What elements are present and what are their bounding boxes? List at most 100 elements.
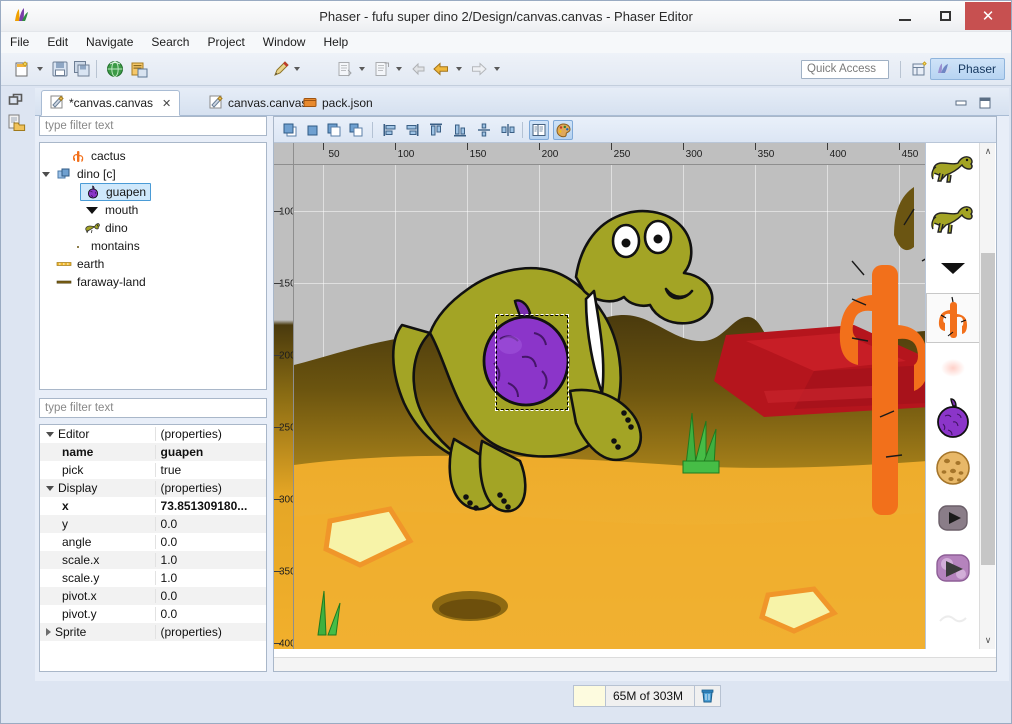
save-all-icon[interactable] xyxy=(71,57,93,81)
project-explorer-icon[interactable] xyxy=(8,114,26,132)
palette-item-legs[interactable] xyxy=(926,643,980,649)
align-bottom-button[interactable] xyxy=(450,120,470,140)
canvas-horizontal-scrollbar[interactable] xyxy=(274,657,996,671)
tab-close-icon[interactable]: ✕ xyxy=(162,97,171,110)
open-resource-icon[interactable] xyxy=(127,57,151,81)
new-java-class-icon[interactable] xyxy=(334,57,356,81)
back-icon[interactable] xyxy=(429,57,453,81)
property-value[interactable]: 0.0 xyxy=(154,517,266,531)
menu-file[interactable]: File xyxy=(1,32,38,53)
palette-item-guapen[interactable] xyxy=(926,393,980,443)
tree-item-mouth[interactable]: mouth xyxy=(40,201,266,219)
palette-item-glow[interactable] xyxy=(926,343,980,393)
property-value[interactable]: 1.0 xyxy=(154,571,266,585)
align-left-button[interactable] xyxy=(380,120,400,140)
property-value[interactable]: 0.0 xyxy=(154,535,266,549)
property-value[interactable]: guapen xyxy=(154,445,266,459)
forward-icon[interactable] xyxy=(467,57,491,81)
property-value[interactable]: (properties) xyxy=(154,427,267,441)
palette-item-dino-idle[interactable] xyxy=(926,193,980,243)
tree-item-earth[interactable]: earth xyxy=(40,255,266,273)
tree-expand-icon[interactable] xyxy=(42,171,50,177)
property-row[interactable]: Editor (properties) xyxy=(40,425,266,443)
property-row[interactable]: y 0.0 xyxy=(40,515,266,533)
window-minimize-button[interactable] xyxy=(885,2,925,30)
collapse-icon[interactable] xyxy=(46,431,54,437)
palette-item-button-purple[interactable] xyxy=(926,543,980,593)
property-row[interactable]: pivot.y 0.0 xyxy=(40,605,266,623)
bring-forward-button[interactable] xyxy=(302,120,322,140)
open-perspective-icon[interactable] xyxy=(909,59,931,80)
palette-item-cactus[interactable] xyxy=(926,293,980,343)
send-backward-button[interactable] xyxy=(324,120,344,140)
palette-item-faint[interactable] xyxy=(926,593,980,643)
align-top-button[interactable] xyxy=(426,120,446,140)
scene-canvas[interactable] xyxy=(294,165,976,649)
save-icon[interactable] xyxy=(49,57,71,81)
run-icon[interactable] xyxy=(269,57,293,81)
collapse-icon[interactable] xyxy=(46,485,54,491)
property-row[interactable]: angle 0.0 xyxy=(40,533,266,551)
new-wizard-dropdown-icon[interactable] xyxy=(34,57,46,81)
property-value[interactable]: 0.0 xyxy=(154,589,266,603)
forward-dropdown-icon[interactable] xyxy=(491,57,503,81)
window-maximize-button[interactable] xyxy=(925,2,965,30)
open-browser-icon[interactable] xyxy=(103,57,127,81)
tree-item-faraway-land[interactable]: faraway-land xyxy=(40,273,266,291)
restore-view-icon[interactable] xyxy=(8,92,26,110)
property-value[interactable]: true xyxy=(154,463,266,477)
tab-canvas-canvas-dirty[interactable]: *canvas.canvas ✕ xyxy=(41,90,181,116)
toggle-outline-button[interactable] xyxy=(529,120,549,140)
property-row[interactable]: scale.x 1.0 xyxy=(40,551,266,569)
align-right-button[interactable] xyxy=(402,120,422,140)
tree-item-dino[interactable]: dino xyxy=(40,219,266,237)
palette-item-dino-walk[interactable] xyxy=(926,143,980,193)
heap-status[interactable]: 65M of 303M xyxy=(573,685,721,707)
tree-item-cactus[interactable]: cactus xyxy=(40,147,266,165)
maximize-editor-button[interactable] xyxy=(977,96,993,110)
menu-search[interactable]: Search xyxy=(142,32,198,53)
property-row[interactable]: Sprite (properties) xyxy=(40,623,266,641)
new-wizard-icon[interactable] xyxy=(11,57,33,81)
back-history-icon[interactable] xyxy=(407,57,429,81)
property-value[interactable]: 0.0 xyxy=(154,607,266,621)
menu-edit[interactable]: Edit xyxy=(38,32,77,53)
menu-project[interactable]: Project xyxy=(198,32,253,53)
scroll-down-icon[interactable]: ∨ xyxy=(980,632,996,649)
new-java-package-dropdown-icon[interactable] xyxy=(393,57,405,81)
menu-help[interactable]: Help xyxy=(314,32,357,53)
property-value[interactable]: (properties) xyxy=(154,481,267,495)
property-row[interactable]: Display (properties) xyxy=(40,479,266,497)
outline-filter-input[interactable]: type filter text xyxy=(39,116,267,136)
property-value[interactable]: 73.851309180... xyxy=(154,499,266,513)
properties-filter-input[interactable]: type filter text xyxy=(39,398,267,418)
menu-window[interactable]: Window xyxy=(254,32,315,53)
tree-item-guapen[interactable]: guapen xyxy=(40,183,266,201)
property-value[interactable]: 1.0 xyxy=(154,553,266,567)
quick-access-input[interactable]: Quick Access xyxy=(801,60,889,79)
property-row[interactable]: name guapen xyxy=(40,443,266,461)
toggle-palette-button[interactable] xyxy=(553,120,573,140)
selection-rectangle[interactable] xyxy=(495,314,569,411)
palette-item-cookie[interactable] xyxy=(926,443,980,493)
expand-icon[interactable] xyxy=(46,628,51,636)
tree-item-montains[interactable]: montains xyxy=(40,237,266,255)
menu-navigate[interactable]: Navigate xyxy=(77,32,142,53)
perspective-phaser-button[interactable]: Phaser xyxy=(929,58,1005,80)
property-row[interactable]: pivot.x 0.0 xyxy=(40,587,266,605)
tree-item-dino-c-[interactable]: dino [c] xyxy=(40,165,266,183)
back-dropdown-icon[interactable] xyxy=(453,57,465,81)
scene-object-tree[interactable]: cactus dino [c] guapen mouth dino montains ear… xyxy=(39,142,267,390)
property-row[interactable]: x 73.851309180... xyxy=(40,497,266,515)
align-center-horizontal-button[interactable] xyxy=(474,120,494,140)
new-java-package-icon[interactable] xyxy=(371,57,393,81)
minimize-editor-button[interactable] xyxy=(953,96,969,110)
tab-pack-json[interactable]: pack.json xyxy=(295,90,381,116)
palette-scrollbar[interactable]: ∧ ∨ xyxy=(979,143,995,649)
scrollbar-thumb[interactable] xyxy=(981,253,995,565)
palette-item-button-grey[interactable] xyxy=(926,493,980,543)
new-java-class-dropdown-icon[interactable] xyxy=(356,57,368,81)
bring-to-front-button[interactable] xyxy=(280,120,300,140)
scroll-up-icon[interactable]: ∧ xyxy=(980,143,996,160)
align-center-vertical-button[interactable] xyxy=(498,120,518,140)
